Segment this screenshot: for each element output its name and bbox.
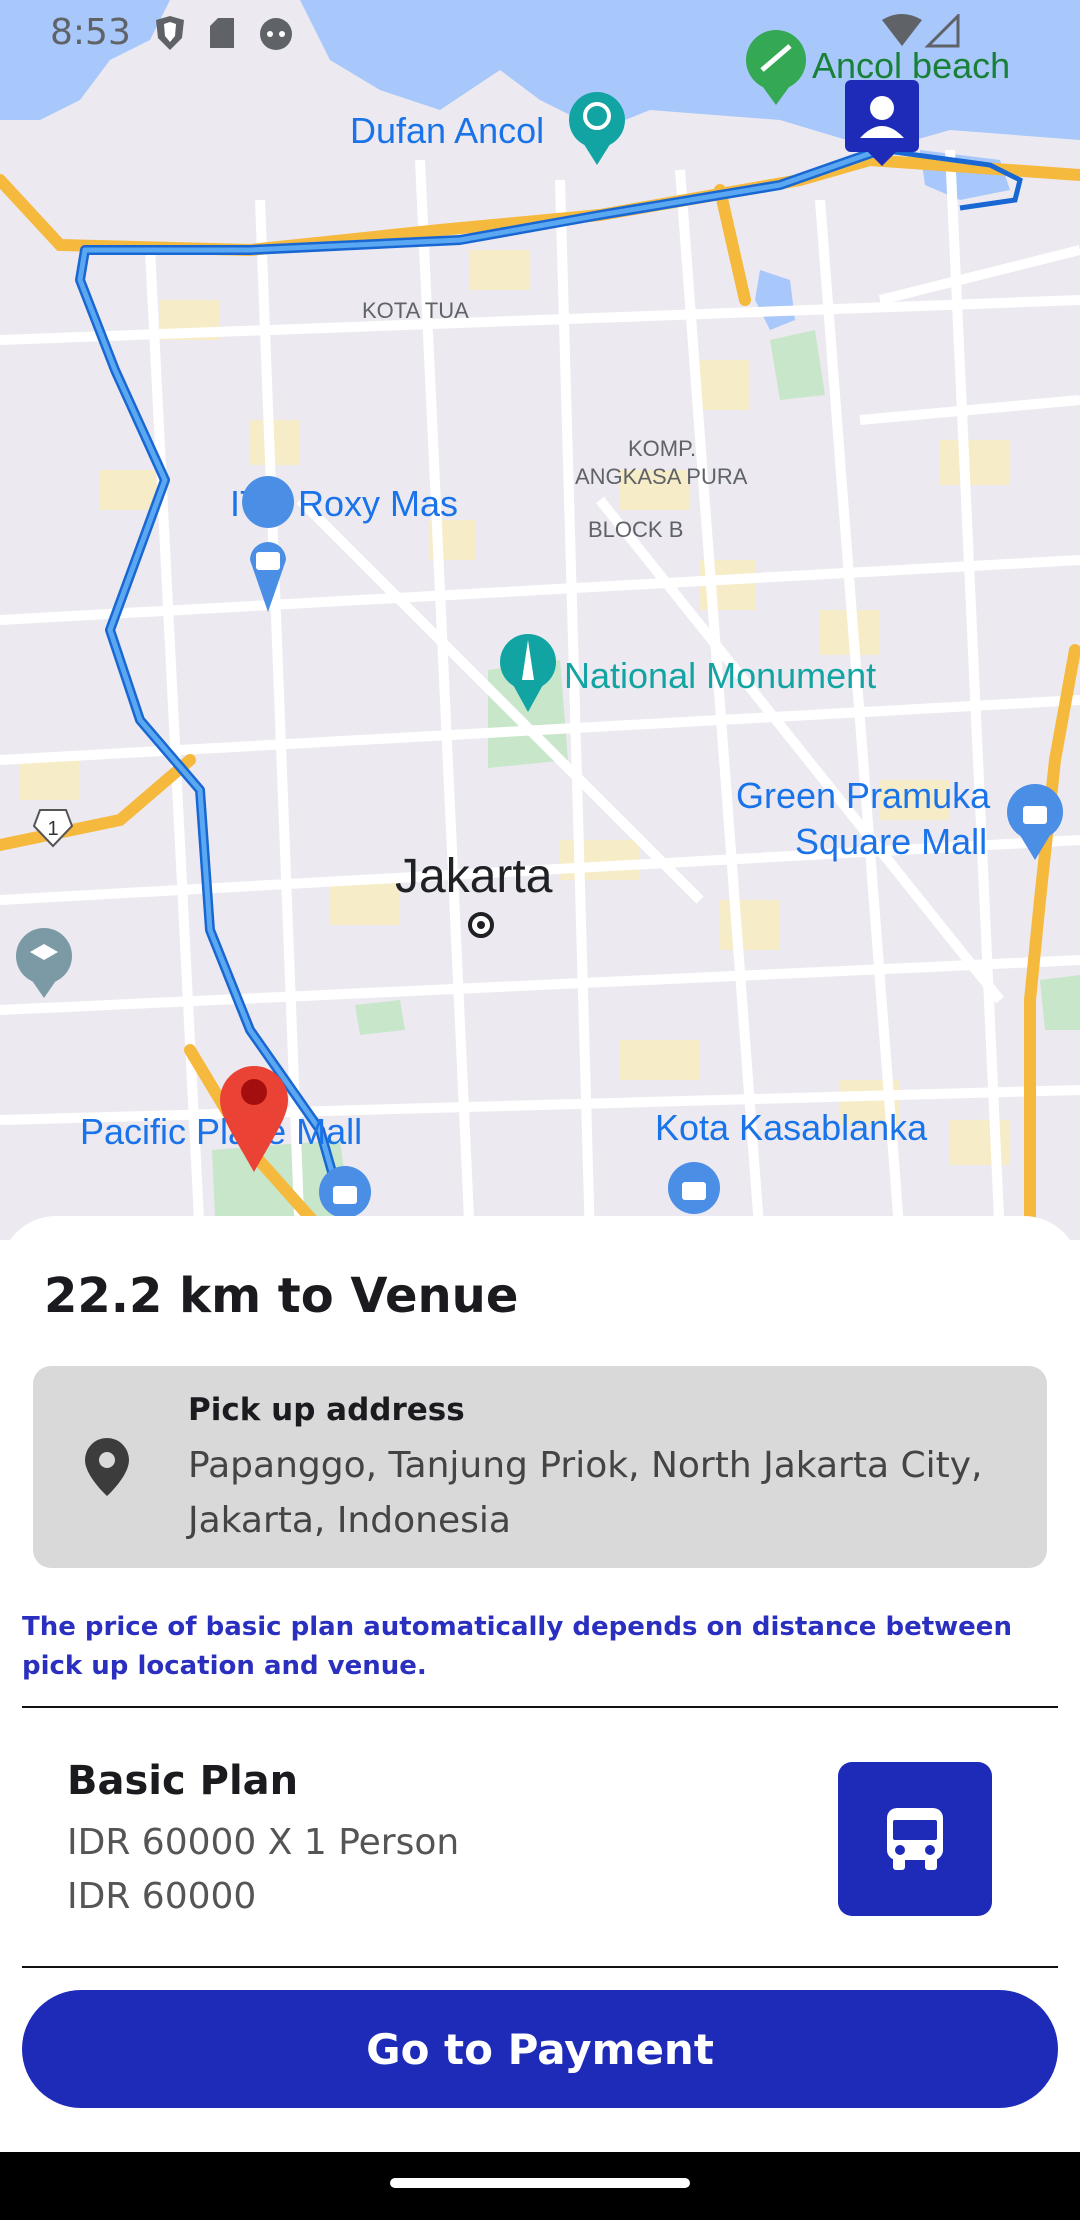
price-note: The price of basic plan automatically de… (22, 1612, 1012, 1681)
go-to-payment-button[interactable]: Go to Payment (22, 1990, 1058, 2108)
shopping-icon[interactable] (319, 1166, 371, 1218)
status-time: 8:53 (50, 12, 131, 53)
label-dufan-ancol: Dufan Ancol (350, 110, 544, 151)
pickup-address: Papanggo, Tanjung Priok, North Jakarta C… (188, 1445, 983, 1541)
label-block-b: BLOCK B (588, 517, 683, 542)
plan-calculation: IDR 60000 X 1 Person (67, 1822, 460, 1863)
label-pacific-place: Pacific Place Mall (80, 1111, 362, 1152)
location-pin-icon (83, 1438, 131, 1501)
label-angkasa-pura: ANGKASA PURA (575, 464, 748, 489)
green-block-2 (355, 1000, 405, 1035)
route-map[interactable]: Dufan Ancol Ancol beach KOTA TUA KOMP. A… (0, 0, 1080, 1240)
green-block-3 (1040, 975, 1080, 1030)
city-center-marker (468, 912, 494, 938)
trip-summary-sheet: 22.2 km to Venue Pick up address Papangg… (0, 1216, 1080, 2152)
map-land (0, 0, 1080, 1240)
label-national-monument: National Monument (564, 655, 876, 696)
plan-title: Basic Plan (67, 1758, 299, 1804)
label-kota-tua: KOTA TUA (362, 298, 469, 323)
svg-text:1: 1 (47, 818, 58, 840)
label-green-pramuka-1: Green Pramuka (736, 775, 991, 816)
shield-icon (156, 16, 184, 50)
home-gesture-handle[interactable] (390, 2178, 690, 2188)
status-bar: 8:53 (0, 0, 1080, 66)
plan-total: IDR 60000 (67, 1876, 257, 1917)
label-jakarta: Jakarta (395, 850, 553, 903)
shopping-icon[interactable] (668, 1162, 720, 1214)
android-face-icon (260, 18, 292, 50)
basic-plan-row[interactable]: Basic Plan IDR 60000 X 1 Person IDR 6000… (22, 1708, 1058, 1968)
pickup-label: Pick up address (188, 1392, 465, 1428)
system-nav-bar (0, 2152, 1080, 2220)
plan-bus-button[interactable] (838, 1762, 992, 1916)
label-green-pramuka-2: Square Mall (795, 821, 987, 862)
status-notification-icons (152, 16, 302, 57)
sd-card-icon (210, 18, 234, 48)
signal-icon (924, 12, 960, 48)
divider (22, 1966, 1058, 1968)
distance-title: 22.2 km to Venue (44, 1268, 519, 1324)
bus-icon (887, 1808, 943, 1870)
label-kota-kasablanka: Kota Kasablanka (655, 1107, 928, 1148)
pickup-address-card[interactable]: Pick up address Papanggo, Tanjung Priok,… (33, 1366, 1047, 1568)
status-system-icons (880, 12, 960, 55)
label-komp: KOMP. (628, 436, 696, 461)
wifi-icon (882, 14, 922, 46)
